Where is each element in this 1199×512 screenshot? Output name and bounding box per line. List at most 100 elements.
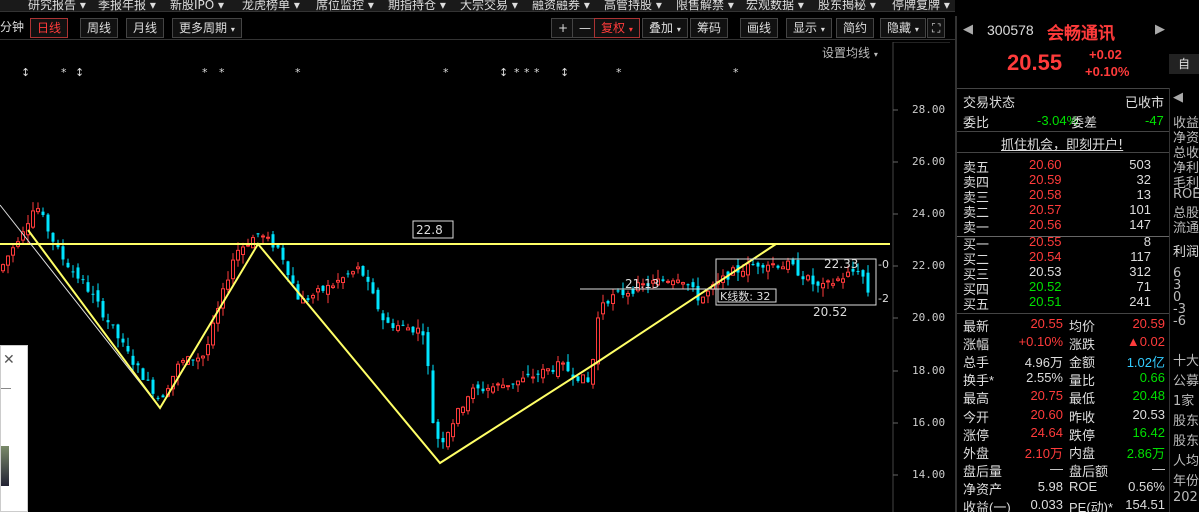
overlay-dropdown[interactable]: 叠加 ▾: [642, 18, 688, 38]
tab-monthly[interactable]: 月线: [126, 18, 165, 38]
side-metric-label: 毛利: [1173, 176, 1199, 191]
candle-body: [806, 275, 810, 281]
candle-body: [531, 376, 535, 379]
candle-body: [566, 361, 570, 372]
candle-body: [441, 437, 445, 443]
tab-weekly[interactable]: 周线: [80, 18, 119, 38]
chips-button[interactable]: 筹码: [690, 18, 729, 38]
side-holder-label: 202: [1173, 490, 1198, 505]
candle-body: [141, 368, 145, 380]
side-holder-label: 股东: [1173, 434, 1199, 449]
menu-item[interactable]: 新股IPO ▾: [170, 0, 224, 11]
candle-body: [661, 279, 665, 281]
candle-body: [756, 262, 760, 267]
prev-stock-icon[interactable]: ◀: [963, 22, 973, 37]
candle-body: [526, 373, 530, 376]
fullscreen-icon[interactable]: ⛶: [927, 18, 946, 38]
candle-body: [421, 331, 425, 336]
candle-body: [541, 368, 545, 379]
draw-button[interactable]: 画线: [740, 18, 779, 38]
thumbnail-image: [1, 446, 9, 486]
menu-item[interactable]: 期指持仓 ▾: [388, 0, 446, 11]
open-account-link[interactable]: 抓住机会，即刻开户!: [1001, 134, 1123, 153]
stat-label: 涨停: [963, 427, 990, 443]
menu-item[interactable]: 季报年报 ▾: [98, 0, 156, 11]
event-marker-icon: *: [61, 66, 67, 79]
menu-item[interactable]: 高管持股 ▾: [604, 0, 662, 11]
adjust-label: 复权: [601, 21, 626, 35]
ask-volume: 147: [1129, 217, 1151, 232]
close-icon[interactable]: ✕: [3, 352, 15, 368]
next-stock-icon[interactable]: ▶: [1155, 22, 1165, 37]
candle-body: [781, 266, 785, 270]
hide-dropdown[interactable]: 隐藏 ▾: [880, 18, 926, 38]
candle-body: [516, 380, 520, 386]
ask-level-label: 卖三: [963, 191, 990, 206]
candle-body: [351, 271, 355, 275]
box-right-bottom-label: -2: [878, 292, 889, 305]
candle-body: [746, 263, 750, 276]
candle-body: [676, 279, 680, 283]
candle-body: [556, 361, 560, 377]
wei-cha-label: 委差: [1071, 116, 1098, 131]
event-marker-icon: *: [524, 66, 530, 79]
stat-label: 收益(一): [963, 500, 1011, 512]
event-marker-icon: *: [733, 66, 739, 79]
candle-body: [106, 320, 110, 323]
candle-body: [521, 377, 525, 383]
kline-chart[interactable]: 22.8 21.13 22.33 20.52 K线数: 32 -0 -2 ↕ * ↕ * * * * ↕ * *…: [0, 42, 950, 512]
display-dropdown[interactable]: 显示 ▾: [786, 18, 832, 38]
menu-item[interactable]: 宏观数据 ▾: [746, 0, 804, 11]
side-metric-label: 流通: [1173, 221, 1199, 236]
ask-price: 20.58: [1029, 187, 1062, 202]
tab-minute[interactable]: 分钟: [0, 18, 24, 38]
divider: [1, 388, 11, 389]
candle-body: [101, 301, 105, 318]
candle-body: [456, 408, 460, 424]
quote-panel: ◀ 300578 会畅通讯 ▶ 20.55 +0.02 +0.10% 自 交易状…: [955, 16, 1199, 512]
bid-level-label: 买五: [963, 298, 990, 313]
bid-level-label: 买三: [963, 268, 990, 283]
price-axis-tick: 26.00: [912, 155, 946, 168]
candle-body: [821, 283, 825, 289]
candle-body: [386, 317, 390, 323]
stat-label: ROE: [1069, 478, 1098, 494]
tab-daily[interactable]: 日线: [30, 18, 69, 38]
menu-item[interactable]: 股东揭秘 ▾: [818, 0, 876, 11]
menu-item[interactable]: 席位监控 ▾: [316, 0, 374, 11]
menu-item[interactable]: 研究报告 ▾: [28, 0, 86, 11]
menu-item[interactable]: 停牌复牌 ▾: [892, 0, 950, 11]
side-arrow-icon[interactable]: ◀: [1173, 90, 1183, 106]
candle-body: [601, 302, 605, 315]
bid-price: 20.51: [1029, 294, 1062, 309]
candle-body: [826, 280, 830, 283]
candle-body: [581, 374, 585, 384]
candle-body: [426, 332, 430, 367]
ask-price: 20.56: [1029, 217, 1062, 232]
side-metric-label: 净资: [1173, 131, 1199, 146]
candle-body: [121, 338, 125, 343]
box-right-top-label: -0: [878, 258, 889, 271]
more-periods-label: 更多周期: [179, 21, 228, 35]
ask-level-label: 卖四: [963, 176, 990, 191]
menu-item[interactable]: 融资融券 ▾: [532, 0, 590, 11]
candle-body: [846, 271, 850, 277]
menu-item[interactable]: 大宗交易 ▾: [460, 0, 518, 11]
ask-volume: 503: [1129, 157, 1151, 172]
side-tab-self[interactable]: 自: [1169, 54, 1199, 74]
candle-body: [801, 276, 805, 280]
event-marker-icon: ↕: [21, 66, 30, 79]
divider: [957, 131, 1169, 132]
price-change: +0.02: [1089, 47, 1122, 62]
adjust-dropdown[interactable]: 复权 ▾: [594, 18, 640, 38]
more-periods-dropdown[interactable]: 更多周期 ▾: [172, 18, 242, 38]
simple-button[interactable]: 简约: [836, 18, 875, 38]
price-axis-tick: 24.00: [912, 207, 946, 220]
candle-body: [471, 387, 475, 399]
stat-label: 最低: [1069, 391, 1096, 407]
menu-item[interactable]: 龙虎榜单 ▾: [242, 0, 300, 11]
menu-item[interactable]: 限售解禁 ▾: [676, 0, 734, 11]
candle-body: [841, 278, 845, 283]
event-marker-icon: *: [534, 66, 540, 79]
stat-value: 24.64: [1030, 424, 1063, 440]
